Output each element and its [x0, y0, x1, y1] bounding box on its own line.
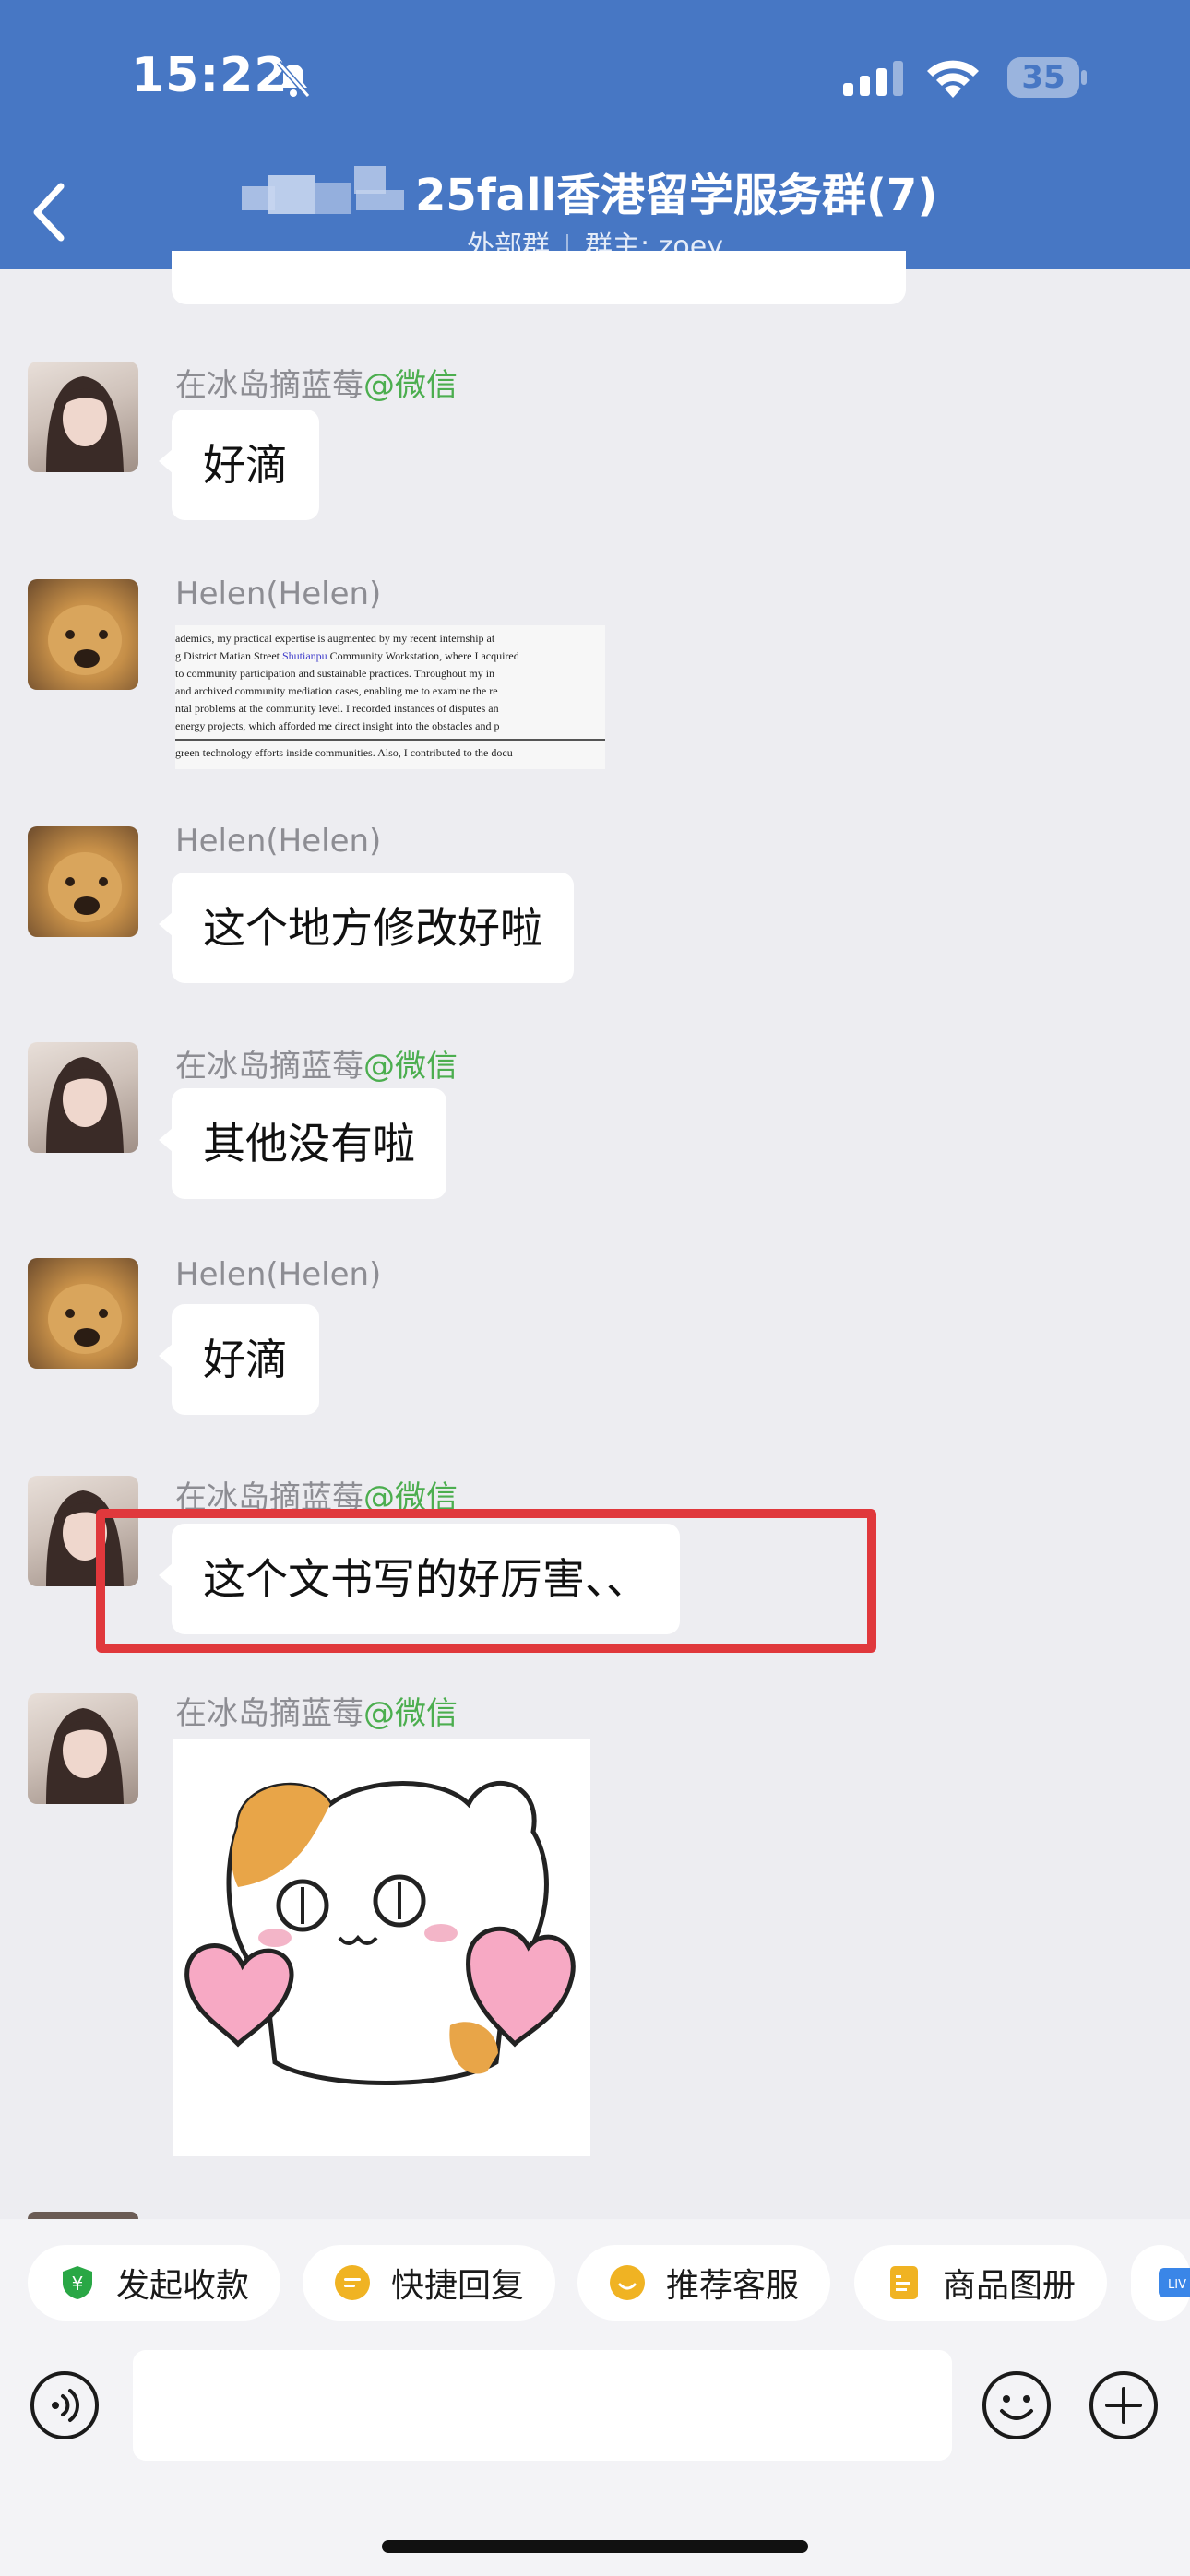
payment-shield-icon: ¥	[63, 2266, 92, 2299]
catalog-icon	[890, 2266, 918, 2299]
battery-indicator: 35	[1007, 57, 1079, 98]
message-bubble[interactable]: 好滴	[159, 1304, 319, 1415]
quick-action-payment[interactable]: ¥ 发起收款	[28, 2245, 280, 2321]
home-indicator	[382, 2540, 808, 2553]
quick-action-recommend-service[interactable]: 推荐客服	[577, 2245, 830, 2321]
avatar[interactable]	[28, 362, 138, 472]
hamster-hearts-sticker[interactable]	[173, 1739, 590, 2156]
chat-header: 15:22 35 25fall香港留学服务群(7) 外部群 群主: zoey	[0, 0, 1190, 269]
doc-line: ademics, my practical expertise is augme…	[175, 632, 495, 645]
voice-input-icon[interactable]	[30, 2370, 100, 2440]
wifi-icon	[927, 60, 979, 98]
quick-action-live[interactable]: LIV	[1131, 2245, 1190, 2321]
document-screenshot-image[interactable]: ademics, my practical expertise is augme…	[175, 625, 605, 769]
doc-line: g District Matian Street Shutianpu Commu…	[175, 649, 519, 662]
sender-name: Helen(Helen)	[175, 576, 382, 612]
quick-action-label: 快捷回复	[391, 2267, 525, 2305]
red-highlight-box	[96, 1509, 876, 1653]
sender-name: 在冰岛摘蓝莓@微信	[175, 1048, 458, 1085]
sender-name: Helen(Helen)	[175, 823, 382, 860]
svg-text:¥: ¥	[72, 2273, 84, 2295]
doc-rule	[175, 739, 605, 741]
battery-tip	[1081, 70, 1087, 85]
sender-name: 在冰岛摘蓝莓@微信	[175, 1695, 458, 1732]
doc-line: and archived community mediation cases, …	[175, 684, 498, 697]
message-bubble[interactable]: 这个地方修改好啦	[159, 873, 574, 983]
doc-line: energy projects, which afforded me direc…	[175, 719, 500, 732]
doc-line: to community participation and sustainab…	[175, 667, 495, 680]
doc-line: green technology efforts inside communit…	[175, 746, 513, 759]
sender-name: Helen(Helen)	[175, 1256, 382, 1293]
live-icon: LIV	[1159, 2268, 1190, 2297]
cellular-signal-icon	[843, 61, 903, 96]
avatar[interactable]	[28, 1258, 138, 1369]
message-bubble[interactable]: 其他没有啦	[159, 1088, 446, 1199]
emoji-icon[interactable]	[982, 2370, 1052, 2440]
blurred-name	[242, 166, 417, 220]
avatar[interactable]	[28, 579, 138, 690]
avatar[interactable]	[28, 826, 138, 937]
avatar[interactable]	[28, 1693, 138, 1804]
chat-title[interactable]: 25fall香港留学服务群(7)	[415, 159, 937, 223]
svg-text:LIV: LIV	[1168, 2278, 1186, 2292]
quick-action-label: 商品图册	[943, 2267, 1077, 2305]
service-icon	[610, 2265, 645, 2300]
partial-message-bubble[interactable]	[172, 251, 906, 304]
avatar[interactable]	[28, 1042, 138, 1153]
status-time: 15:22	[131, 48, 289, 103]
quick-reply-icon	[335, 2265, 370, 2300]
plus-icon[interactable]	[1089, 2370, 1159, 2440]
quick-action-label: 发起收款	[116, 2267, 250, 2305]
quick-action-quick-reply[interactable]: 快捷回复	[303, 2245, 555, 2321]
doc-line: ntal problems at the community level. I …	[175, 702, 499, 715]
message-bubble[interactable]: 好滴	[159, 410, 319, 520]
message-input[interactable]	[133, 2350, 952, 2461]
bell-muted-icon	[276, 61, 311, 98]
quick-action-label: 推荐客服	[666, 2267, 800, 2305]
sender-name: 在冰岛摘蓝莓@微信	[175, 367, 458, 404]
quick-action-catalog[interactable]: 商品图册	[854, 2245, 1107, 2321]
